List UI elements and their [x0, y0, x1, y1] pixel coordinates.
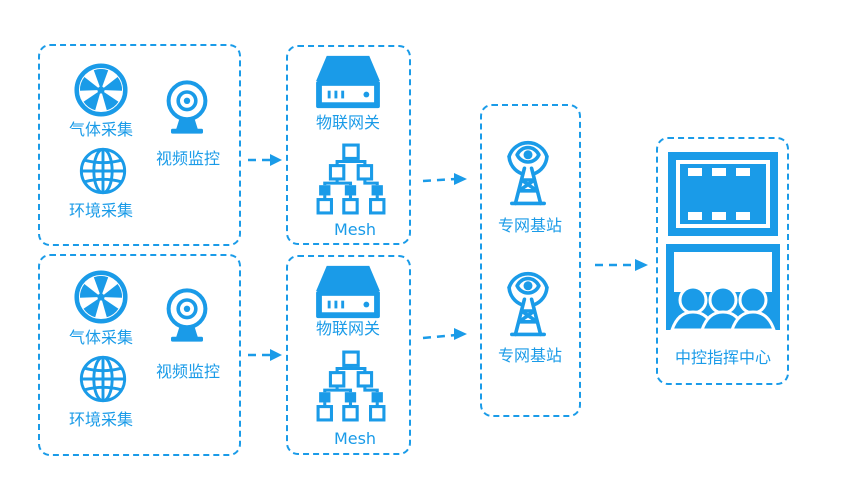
globe-icon [78, 146, 128, 196]
command-center-icon [666, 152, 780, 332]
gas-sensor-label: 气体采集 [68, 120, 133, 139]
network-tree-icon [315, 350, 387, 422]
base-station-label: 专网基站 [497, 346, 562, 365]
server-icon [314, 262, 382, 320]
base-station-label: 专网基站 [497, 216, 562, 235]
globe-icon [78, 354, 128, 404]
server-icon [314, 52, 382, 110]
gas-sensor-label: 气体采集 [68, 328, 133, 347]
fan-icon [74, 270, 128, 324]
network-tree-icon [315, 143, 387, 215]
antenna-tower-icon [501, 266, 555, 338]
webcam-icon [163, 80, 211, 136]
video-monitor-label: 视频监控 [155, 362, 220, 381]
command-center-label: 中控指挥中心 [674, 348, 771, 367]
video-monitor-label: 视频监控 [155, 149, 220, 168]
env-sensor-label: 环境采集 [68, 410, 133, 429]
mesh-label: Mesh [333, 220, 377, 239]
antenna-tower-icon [501, 135, 555, 207]
webcam-icon [163, 288, 211, 344]
env-sensor-label: 环境采集 [68, 201, 133, 220]
mesh-label: Mesh [333, 429, 377, 448]
iot-gateway-label: 物联网关 [315, 113, 380, 132]
fan-icon [74, 63, 128, 117]
iot-gateway-label: 物联网关 [315, 319, 380, 338]
